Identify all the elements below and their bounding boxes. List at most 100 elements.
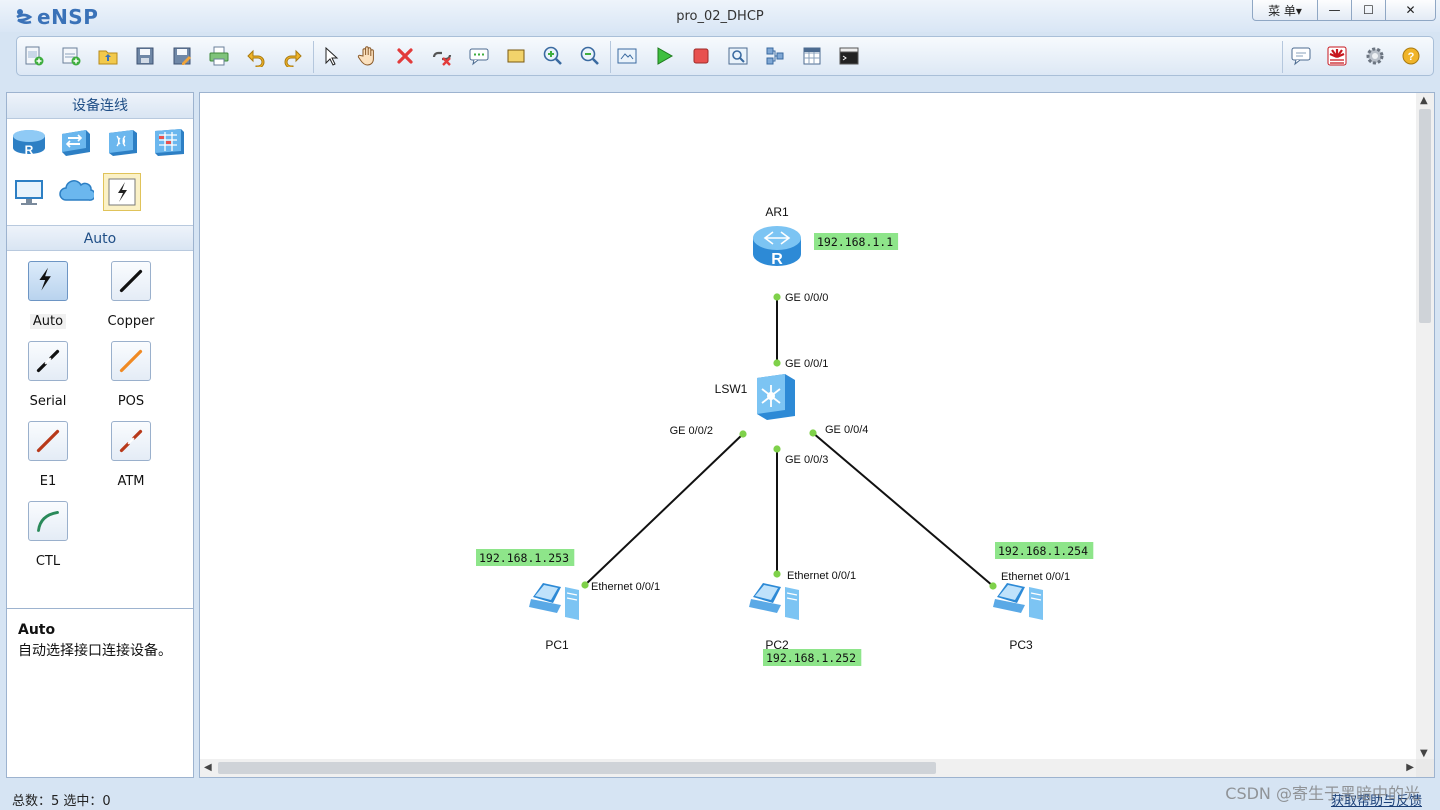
firewall-category-icon[interactable] xyxy=(150,123,188,161)
close-button[interactable]: ✕ xyxy=(1386,0,1436,21)
grid-button[interactable] xyxy=(800,44,824,68)
link-type-atm[interactable]: ATM xyxy=(96,421,166,489)
console-icon xyxy=(839,47,859,65)
link-type-ctl[interactable]: CTL xyxy=(13,501,83,569)
start-device-button[interactable] xyxy=(652,44,676,68)
vertical-scrollbar[interactable]: ▲ ▼ xyxy=(1416,93,1434,761)
window-title: pro_02_DHCP xyxy=(676,9,764,24)
port-label: GE 0/0/4 xyxy=(825,424,868,436)
link-type-copper[interactable]: Copper xyxy=(96,261,166,329)
scroll-down-icon[interactable]: ▼ xyxy=(1420,748,1428,759)
huawei-logo-icon xyxy=(1327,46,1347,66)
link-type-e1[interactable]: E1 xyxy=(13,421,83,489)
svg-text:R: R xyxy=(771,251,783,268)
serial-link-icon xyxy=(28,341,68,381)
horizontal-scrollbar[interactable]: ◀ ▶ xyxy=(200,759,1418,777)
port-dot xyxy=(773,445,781,453)
port-label: Ethernet 0/0/1 xyxy=(1001,571,1070,583)
router-category-icon[interactable]: R xyxy=(10,123,48,161)
zoom-out-button[interactable] xyxy=(578,44,602,68)
topology-diagram[interactable]: R AR1 192.168.1.1 LSW1 PC1 192.168.1.253 PC… xyxy=(200,93,1418,761)
link-LSW1-PC3 xyxy=(812,432,994,587)
delete-button[interactable] xyxy=(393,44,417,68)
undo-icon xyxy=(247,49,265,67)
port-dot xyxy=(581,581,589,589)
new-topology-button[interactable] xyxy=(22,44,46,68)
e1-link-icon xyxy=(28,421,68,461)
new-lab-button[interactable] xyxy=(59,44,83,68)
port-label: Ethernet 0/0/1 xyxy=(591,581,660,593)
text-note-button[interactable] xyxy=(467,44,491,68)
link-type-pos[interactable]: POS xyxy=(96,341,166,409)
scroll-up-icon[interactable]: ▲ xyxy=(1420,95,1428,106)
help-button[interactable]: ? xyxy=(1399,44,1423,68)
new-file-icon xyxy=(25,46,44,66)
huawei-button[interactable] xyxy=(1325,44,1349,68)
menu-button[interactable]: 菜 单▾ xyxy=(1252,0,1318,21)
device-panel-header: 设备连线 xyxy=(7,93,193,119)
device-label-pc1: PC1 xyxy=(545,638,569,652)
switch-category-icon[interactable] xyxy=(57,123,95,161)
link-type-auto[interactable]: Auto xyxy=(13,261,83,329)
ip-label-pc1: 192.168.1.253 xyxy=(479,551,569,565)
scroll-right-icon[interactable]: ▶ xyxy=(1406,762,1414,773)
device-label-lsw1: LSW1 xyxy=(715,382,748,396)
port-label: GE 0/0/0 xyxy=(785,292,828,304)
pc-category-icon[interactable] xyxy=(10,173,48,211)
device-label-ar1: AR1 xyxy=(765,205,789,219)
settings-button[interactable] xyxy=(1363,44,1387,68)
capture-button[interactable] xyxy=(726,44,750,68)
scroll-left-icon[interactable]: ◀ xyxy=(204,762,212,773)
console-button[interactable] xyxy=(837,44,861,68)
undo-button[interactable] xyxy=(244,44,268,68)
grid-icon xyxy=(803,47,821,65)
device-pc3[interactable] xyxy=(993,583,1043,620)
rectangle-button[interactable] xyxy=(504,44,528,68)
delete-link-button[interactable] xyxy=(430,44,454,68)
stop-device-button[interactable] xyxy=(689,44,713,68)
auto-link-icon xyxy=(28,261,68,301)
link-type-serial[interactable]: Serial xyxy=(13,341,83,409)
print-button[interactable] xyxy=(207,44,231,68)
zoom-in-button[interactable] xyxy=(541,44,565,68)
open-button[interactable] xyxy=(96,44,120,68)
title-bar: eNSP pro_02_DHCP 菜 单▾ — ☐ ✕ xyxy=(0,0,1440,32)
atm-link-icon xyxy=(111,421,151,461)
device-ar1[interactable]: R xyxy=(753,226,801,268)
device-lsw1[interactable] xyxy=(757,374,795,420)
save-as-button[interactable] xyxy=(170,44,194,68)
play-icon xyxy=(657,47,674,65)
horizontal-scroll-thumb[interactable] xyxy=(218,762,936,774)
port-label: Ethernet 0/0/1 xyxy=(787,570,856,582)
save-button[interactable] xyxy=(133,44,157,68)
fit-window-button[interactable] xyxy=(615,44,639,68)
feedback-button[interactable] xyxy=(1289,44,1313,68)
select-tool-button[interactable] xyxy=(319,44,343,68)
topology-button[interactable] xyxy=(763,44,787,68)
minimize-button[interactable]: — xyxy=(1318,0,1352,21)
device-pc2[interactable] xyxy=(749,583,799,620)
watermark: CSDN @寄生于黑暗中的光 xyxy=(1225,784,1420,803)
redo-button[interactable] xyxy=(281,44,305,68)
port-dot xyxy=(773,570,781,578)
link-type-label: Copper xyxy=(107,314,155,329)
cloud-category-icon[interactable] xyxy=(57,173,95,211)
vertical-scroll-thumb[interactable] xyxy=(1419,109,1431,323)
link-type-label: POS xyxy=(117,394,145,409)
cursor-icon xyxy=(325,46,339,66)
maximize-button[interactable]: ☐ xyxy=(1352,0,1386,21)
topology-canvas[interactable]: R AR1 192.168.1.1 LSW1 PC1 192.168.1.253 PC… xyxy=(199,92,1435,778)
ip-label-ar1: 192.168.1.1 xyxy=(817,235,893,249)
device-pc1[interactable] xyxy=(529,583,579,620)
link-type-label: Serial xyxy=(29,394,67,409)
svg-text:R: R xyxy=(25,143,34,157)
svg-text:?: ? xyxy=(1408,51,1415,63)
connections-category-icon[interactable] xyxy=(103,173,141,211)
port-label: GE 0/0/2 xyxy=(670,425,713,437)
port-dot xyxy=(989,582,997,590)
delete-link-icon xyxy=(432,51,452,66)
wlan-category-icon[interactable] xyxy=(104,123,142,161)
capture-icon xyxy=(728,47,748,65)
pan-tool-button[interactable] xyxy=(356,44,380,68)
link-type-label: CTL xyxy=(35,554,61,569)
